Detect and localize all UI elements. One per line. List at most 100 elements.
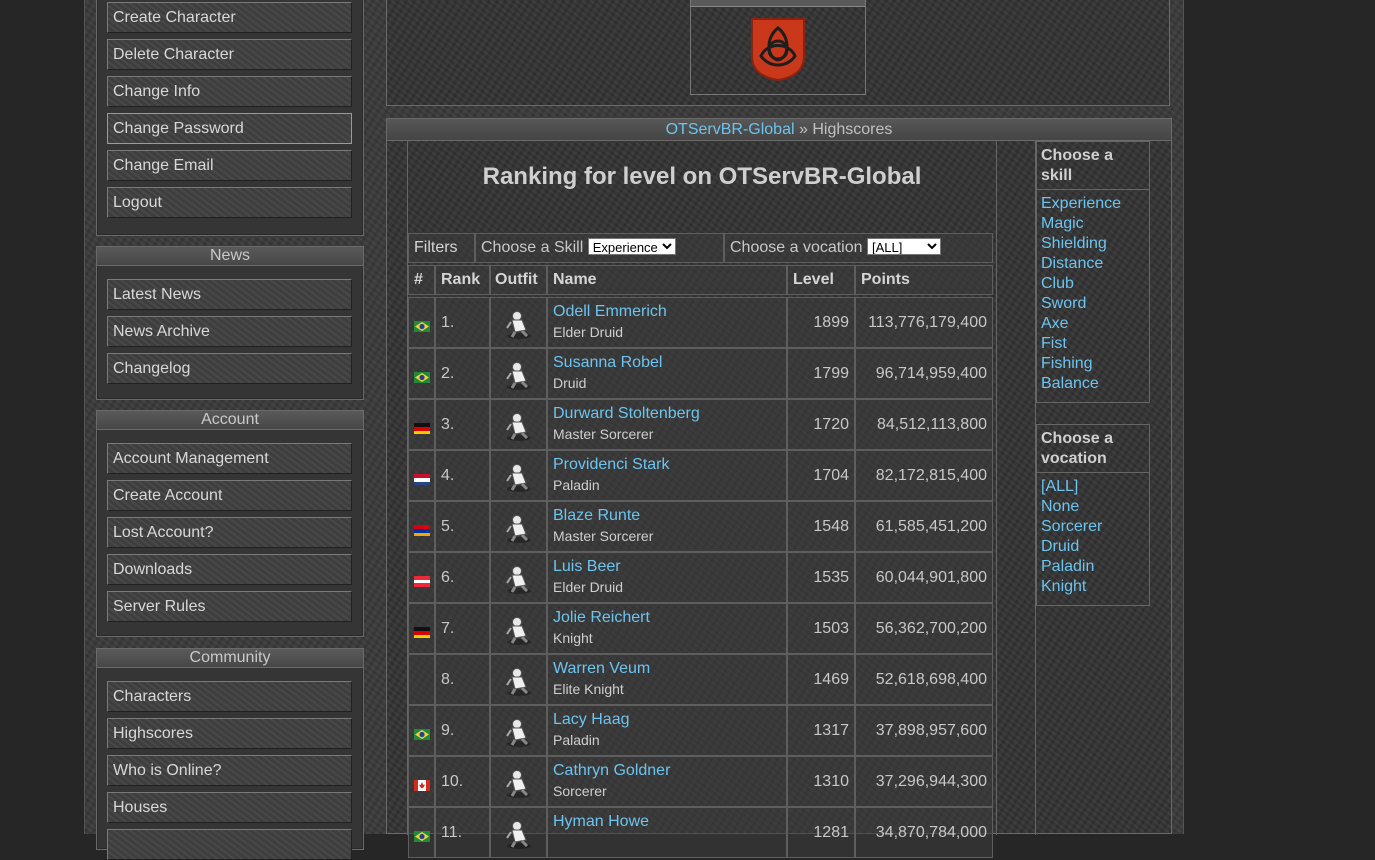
account-management-button[interactable]: Account Management [107, 443, 352, 474]
character-name-link[interactable]: Providenci Stark [553, 456, 670, 473]
character-name-link[interactable]: Durward Stoltenberg [553, 405, 700, 422]
character-name-link[interactable]: Cathryn Goldner [553, 762, 670, 779]
table-row-name: Providenci Stark Paladin [547, 450, 787, 501]
character-name-link[interactable]: Warren Veum [553, 660, 650, 677]
table-row-level: 1548 [787, 501, 855, 552]
table-row-outfit [490, 603, 547, 654]
points-value: 113,776,179,400 [868, 314, 987, 331]
who-is-online-button[interactable]: Who is Online? [107, 755, 352, 786]
table-row-level: 1535 [787, 552, 855, 603]
table-row-rank: 5. [435, 501, 490, 552]
character-name-link[interactable]: Blaze Runte [553, 507, 640, 524]
character-name-link[interactable]: Jolie Reichert [553, 609, 650, 626]
character-vocation: Elder Druid [553, 579, 624, 595]
skill-option-link[interactable]: Distance [1041, 254, 1145, 274]
skill-option-link[interactable]: Experience [1041, 194, 1145, 214]
change-password-button[interactable]: Change Password [107, 113, 352, 144]
filter-side-panel: Choose a skill Experience Magic Shielding D… [1035, 141, 1173, 835]
vocation-option-link[interactable]: Knight [1041, 577, 1145, 597]
country-flag-icon [414, 729, 430, 740]
level-value: 1720 [813, 416, 849, 433]
skill-option-link[interactable]: Shielding [1041, 234, 1145, 254]
table-row-outfit [490, 705, 547, 756]
vocation-option-link[interactable]: None [1041, 497, 1145, 517]
col-header-level: Level [787, 265, 855, 295]
table-row-rank: 9. [435, 705, 490, 756]
characters-button[interactable]: Characters [107, 681, 352, 712]
table-row-name: Cathryn Goldner Sorcerer [547, 756, 787, 807]
houses-button[interactable]: Houses [107, 792, 352, 823]
country-flag-icon [414, 576, 430, 587]
points-value: 82,172,815,400 [875, 467, 987, 484]
points-value: 96,714,959,400 [875, 365, 987, 382]
logo-frame [690, 0, 866, 95]
skill-option-link[interactable]: Fist [1041, 334, 1145, 354]
skill-select[interactable]: Experience [587, 238, 676, 255]
vocation-panel-title: Choose a vocation [1037, 425, 1149, 473]
table-row-name: Susanna Robel Druid [547, 348, 787, 399]
rank-value: 8. [441, 671, 455, 688]
character-name-link[interactable]: Luis Beer [553, 558, 621, 575]
vocation-select[interactable]: [ALL] [866, 238, 941, 255]
outfit-icon [506, 668, 531, 696]
character-name-link[interactable]: Hyman Howe [553, 813, 649, 830]
vocation-option-link[interactable]: Paladin [1041, 557, 1145, 577]
col-header-points: Points [855, 265, 993, 295]
table-row-flag [408, 501, 435, 552]
skill-filter-label: Choose a Skill [481, 239, 584, 256]
table-row-points: 52,618,698,400 [855, 654, 993, 705]
character-name-link[interactable]: Lacy Haag [553, 711, 630, 728]
table-row-outfit [490, 297, 547, 348]
changelog-button[interactable]: Changelog [107, 353, 352, 384]
downloads-button[interactable]: Downloads [107, 554, 352, 585]
country-flag-icon [414, 780, 430, 791]
table-row-points: 37,898,957,600 [855, 705, 993, 756]
table-row-flag [408, 348, 435, 399]
skill-option-link[interactable]: Balance [1041, 374, 1145, 394]
col-header-number: # [408, 265, 435, 295]
country-flag-icon [414, 372, 430, 383]
server-rules-button[interactable]: Server Rules [107, 591, 352, 622]
skill-option-link[interactable]: Magic [1041, 214, 1145, 234]
character-vocation: Knight [553, 630, 593, 646]
level-value: 1899 [813, 314, 849, 331]
vocation-option-link[interactable]: [ALL] [1041, 477, 1145, 497]
lost-account-button[interactable]: Lost Account? [107, 517, 352, 548]
logout-button[interactable]: Logout [107, 187, 352, 218]
character-name-link[interactable]: Odell Emmerich [553, 303, 667, 320]
change-info-button[interactable]: Change Info [107, 76, 352, 107]
table-row-points: 82,172,815,400 [855, 450, 993, 501]
rank-value: 5. [441, 518, 455, 535]
vocation-option-link[interactable]: Druid [1041, 537, 1145, 557]
skill-option-link[interactable]: Fishing [1041, 354, 1145, 374]
latest-news-button[interactable]: Latest News [107, 279, 352, 310]
create-character-button[interactable]: Create Character [107, 2, 352, 33]
character-name-link[interactable]: Susanna Robel [553, 354, 662, 371]
create-account-button[interactable]: Create Account [107, 480, 352, 511]
table-row-name: Luis Beer Elder Druid [547, 552, 787, 603]
table-row-outfit [490, 807, 547, 858]
skill-option-link[interactable]: Axe [1041, 314, 1145, 334]
breadcrumb: OTServBR-Global » Highscores [387, 119, 1171, 141]
highscores-button[interactable]: Highscores [107, 718, 352, 749]
community-box: Community Characters Highscores Who is O… [96, 648, 364, 860]
skill-option-link[interactable]: Sword [1041, 294, 1145, 314]
table-row-outfit [490, 348, 547, 399]
level-value: 1548 [813, 518, 849, 535]
breadcrumb-server-link[interactable]: OTServBR-Global [666, 121, 795, 138]
skills-list: Experience Magic Shielding Distance Club Swor… [1037, 190, 1149, 398]
table-row-flag [408, 552, 435, 603]
table-row-rank: 1. [435, 297, 490, 348]
vocation-option-link[interactable]: Sorcerer [1041, 517, 1145, 537]
delete-character-button[interactable]: Delete Character [107, 39, 352, 70]
skill-option-link[interactable]: Club [1041, 274, 1145, 294]
table-row-outfit [490, 450, 547, 501]
level-value: 1799 [813, 365, 849, 382]
news-archive-button[interactable]: News Archive [107, 316, 352, 347]
crest-icon [751, 18, 805, 82]
change-email-button[interactable]: Change Email [107, 150, 352, 181]
table-row-rank: 3. [435, 399, 490, 450]
level-value: 1310 [813, 773, 849, 790]
level-value: 1317 [813, 722, 849, 739]
outfit-icon [506, 362, 531, 390]
